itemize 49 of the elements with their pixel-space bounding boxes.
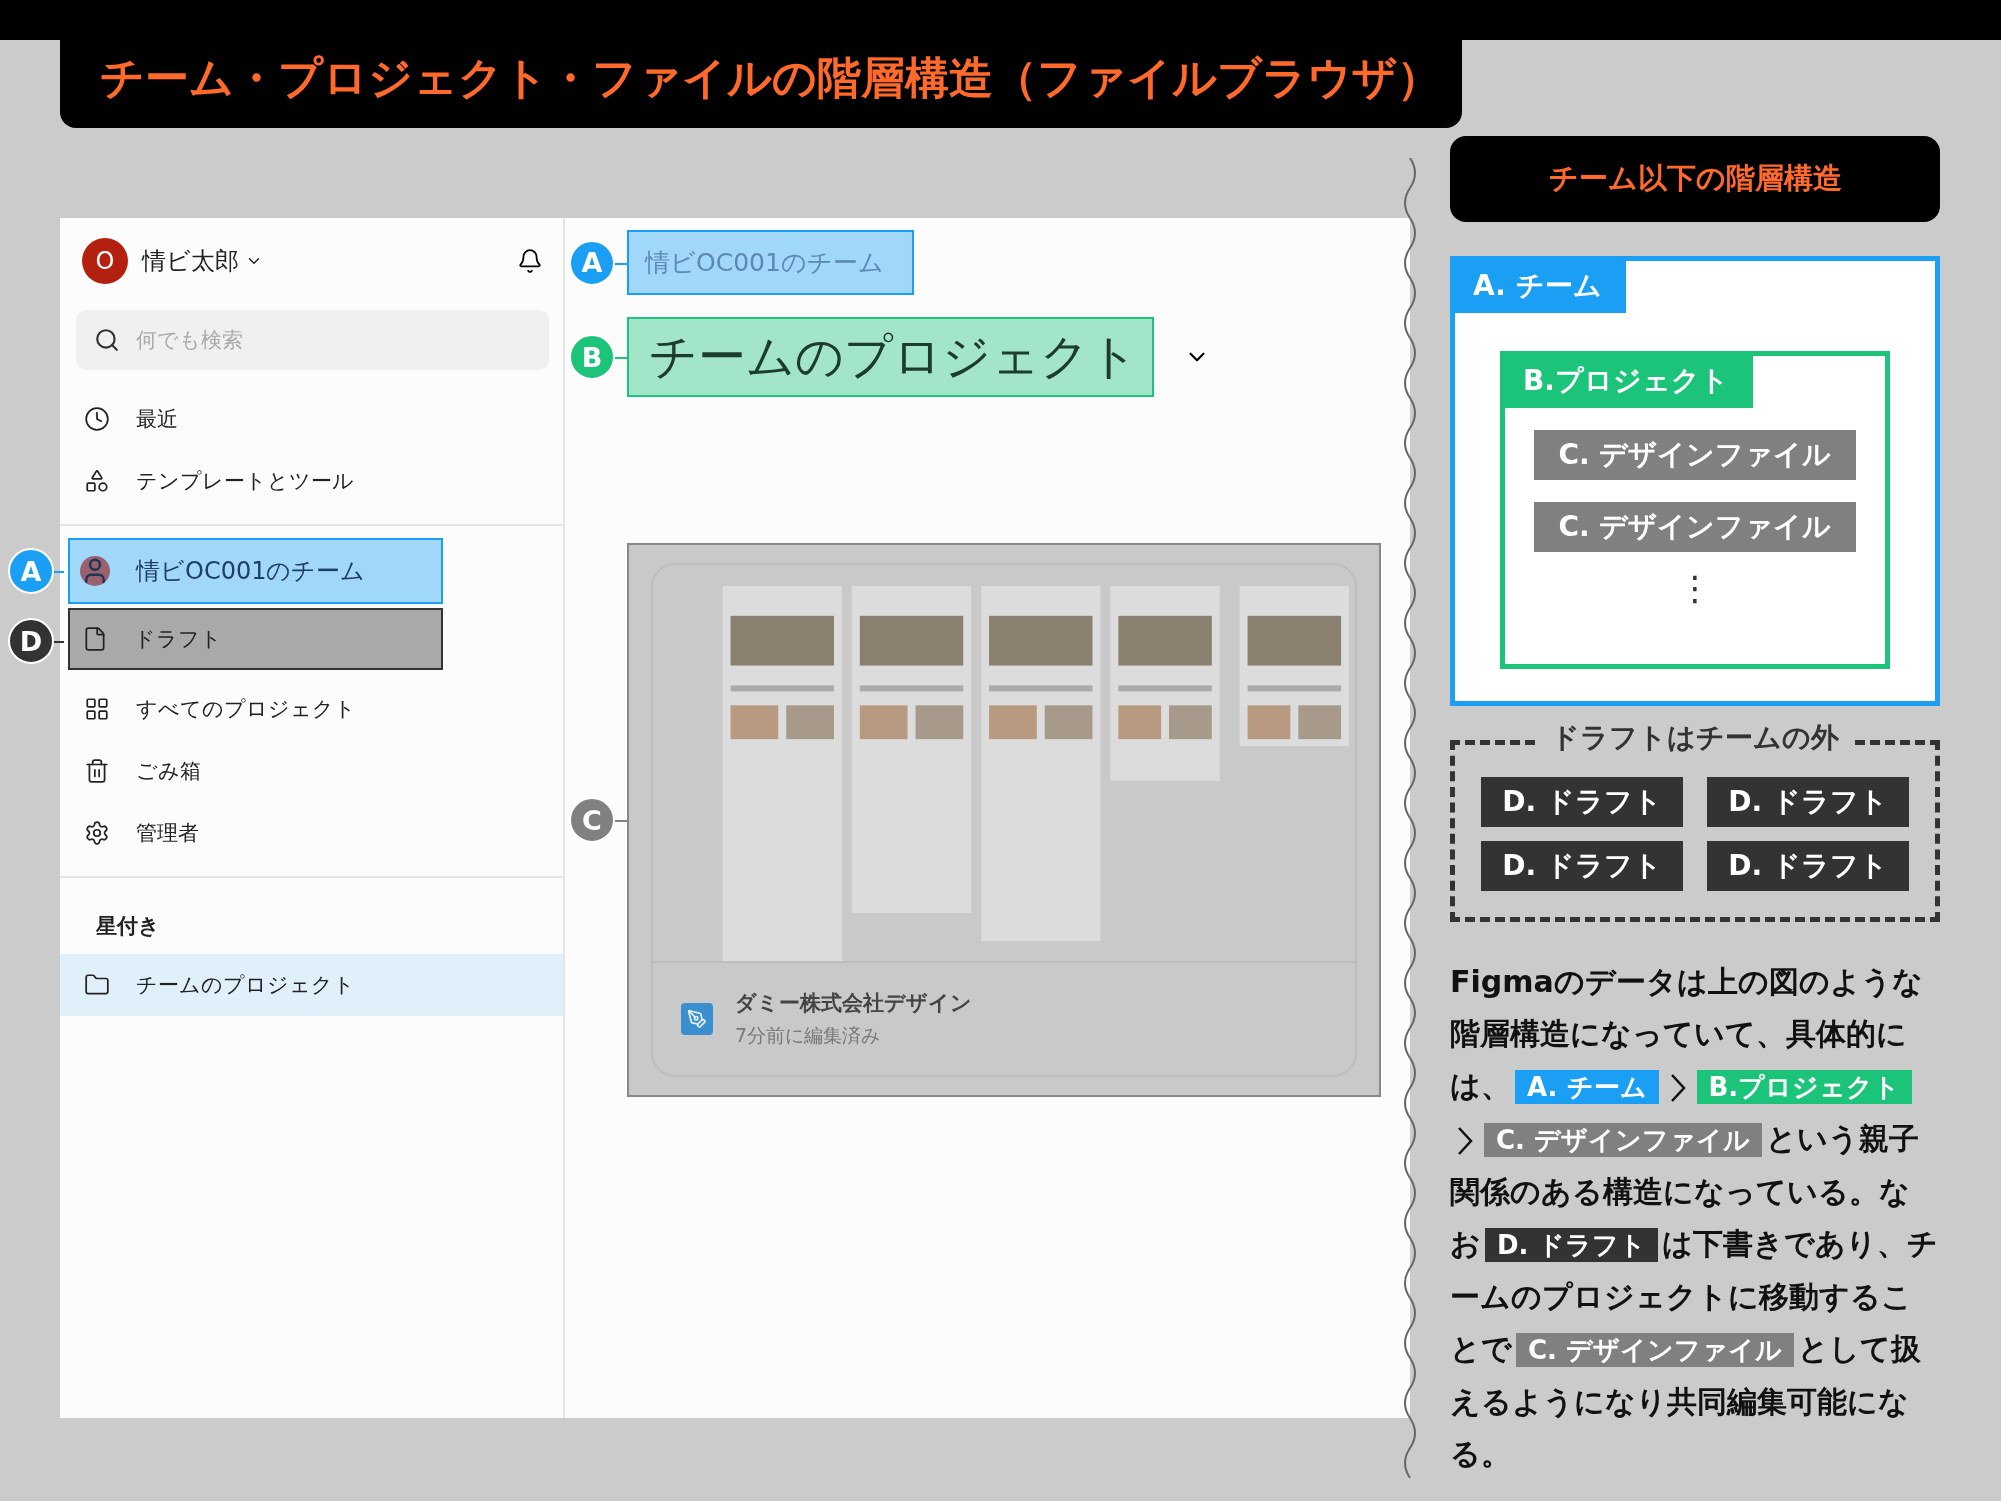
sidebar-item[interactable]: テンプレートとツール — [60, 450, 563, 512]
sidebar-item-icon — [84, 758, 110, 784]
callout-badge: B — [569, 334, 615, 380]
user-avatar[interactable]: O — [82, 238, 128, 284]
diagram-heading: チーム以下の階層構造 — [1450, 136, 1940, 222]
sidebar-item[interactable]: 管理者 — [60, 802, 540, 864]
sidebar-item-icon — [84, 406, 110, 432]
draft-tag: D. ドラフト — [1481, 841, 1683, 891]
more-ellipsis: ⋮ — [1678, 568, 1712, 608]
leader-line — [52, 641, 64, 643]
sidebar-item-icon — [84, 820, 110, 846]
edited-time: 7分前に編集済み — [735, 1023, 882, 1048]
project-tag: B.プロジェクト — [1505, 356, 1753, 408]
draft-tag: D. ドラフト — [1707, 841, 1909, 891]
team-avatar-icon — [80, 556, 110, 586]
chevron-right-icon — [1456, 1125, 1474, 1156]
leader-line — [52, 571, 64, 573]
file-name: ダミー株式会社デザイン — [735, 990, 972, 1017]
sidebar-item[interactable]: 最近 — [60, 388, 563, 450]
draft-tag: D. ドラフト — [1707, 777, 1909, 827]
callout-badge: D — [8, 618, 54, 664]
draft-tag: D. ドラフト — [1481, 777, 1683, 827]
callout-badge: C — [569, 797, 615, 843]
sidebar-item[interactable]: チームのプロジェクト — [60, 954, 563, 1016]
sidebar-item[interactable]: ドラフト — [68, 608, 443, 670]
team-tag: A. チーム — [1455, 261, 1626, 313]
file-card[interactable]: ダミー株式会社デザイン 7分前に編集済み — [627, 543, 1381, 1097]
leader-line — [613, 262, 627, 265]
sidebar-item[interactable]: すべてのプロジェクト — [60, 678, 540, 740]
search-icon — [94, 327, 120, 353]
description-text: Figmaのデータは上の図のような階層構造になっていて、具体的には、 A. チーム B.プロジェクト C. デザインファイル という親子関係のある構造になっている。なお D. ドラフト は下書きであり、チームのプロジェクトに移動することで C. デザインファイル として扱えるようになり共同編集可能になる。 — [1450, 963, 1939, 1473]
section-heading: 星付き — [95, 913, 161, 940]
callout-badge: A — [569, 239, 615, 286]
chevron-right-icon — [1668, 1072, 1687, 1103]
sidebar-item-icon — [82, 626, 108, 652]
leader-line — [613, 820, 627, 822]
file-tag: C. デザインファイル — [1534, 430, 1856, 480]
team-item[interactable]: 情ビOC001のチーム — [68, 538, 443, 604]
leader-line — [613, 357, 627, 359]
bell-icon[interactable] — [517, 248, 543, 274]
project-title: チームのプロジェクト — [627, 317, 1154, 397]
file-tag: C. デザインファイル — [1534, 502, 1856, 552]
design-file-icon — [681, 1003, 713, 1035]
sidebar-item[interactable]: ごみ箱 — [60, 740, 540, 802]
folder-icon — [84, 972, 110, 998]
user-menu[interactable]: 情ビ太郎 — [142, 245, 263, 277]
sidebar-item-icon — [84, 468, 110, 494]
sidebar-item-icon — [84, 696, 110, 722]
callout-badge: A — [8, 548, 54, 594]
